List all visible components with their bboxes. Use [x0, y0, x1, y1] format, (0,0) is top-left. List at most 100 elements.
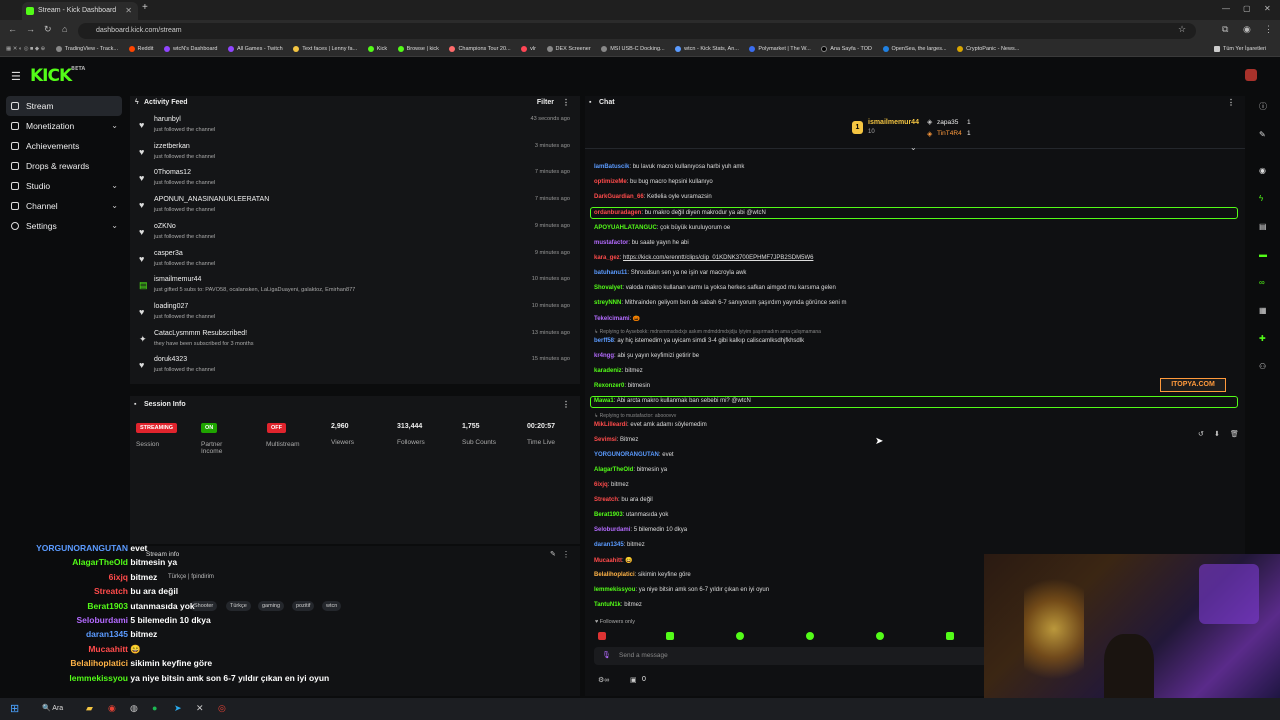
chat-message[interactable]: kr4ngg: abi şu yayın keyfimizi getirir b…	[594, 353, 699, 359]
obs-icon[interactable]: ◎	[218, 703, 226, 714]
app-icon[interactable]: ◍	[130, 703, 138, 714]
bookmark-item[interactable]: OpenSea, the larges...	[882, 42, 947, 56]
sidebar-item-studio[interactable]: Studio ⌄	[0, 176, 128, 196]
link-icon[interactable]: ∞	[1259, 278, 1265, 287]
chat-username[interactable]: Seloburdami	[594, 527, 630, 533]
bookmark-item[interactable]: Text faces | Lenny fa...	[293, 42, 357, 56]
chat-message[interactable]: Streatch: bu ara değil	[594, 497, 653, 503]
back-icon[interactable]: ←	[8, 24, 17, 34]
collapse-icon[interactable]: ⌄	[910, 143, 917, 152]
gifter-name[interactable]: zapa35	[937, 119, 958, 126]
chat-username[interactable]: streyNNN	[594, 300, 621, 306]
chat-message[interactable]: Sevimsi: Bitmez	[594, 437, 638, 443]
chat-username[interactable]: batuhanu11	[594, 270, 627, 276]
hamburger-menu-icon[interactable]: ☰	[11, 70, 21, 83]
bookmark-item[interactable]: wtcN's Dashboard	[163, 42, 217, 56]
chat-username[interactable]: mustafactor	[594, 240, 628, 246]
document-icon[interactable]: ▤	[1259, 222, 1267, 231]
chat-input[interactable]: 🎙 Send a message	[594, 647, 994, 665]
list-item[interactable]: ♥ loading027 just followed the channel 10 m…	[130, 301, 580, 327]
bookmark-item[interactable]: Ana Sayfa - TOD	[821, 42, 872, 56]
tool-icon[interactable]: ✚	[1259, 334, 1266, 343]
chat-username[interactable]: APOYUAHLATANGUC	[594, 225, 657, 231]
telegram-icon[interactable]: ➤	[174, 703, 182, 714]
url-input[interactable]: dashboard.kick.com/stream	[78, 23, 1196, 39]
chrome-icon[interactable]: ◉	[108, 703, 116, 714]
sidebar-item-settings[interactable]: Settings ⌄	[0, 216, 128, 236]
chat-message[interactable]: batuhanu11: Shroudsun sen ya ne işin var…	[594, 270, 746, 276]
bookmark-item[interactable]: DEX Screener	[546, 42, 591, 56]
browser-tab[interactable]: Stream - Kick Dashboard ✕	[22, 2, 138, 20]
maximize-icon[interactable]: ▢	[1243, 4, 1251, 13]
list-item[interactable]: ♥ casper3a just followed the channel 9 minu…	[130, 248, 580, 274]
bookmark-item[interactable]: vlr	[521, 42, 536, 56]
more-options-icon[interactable]: ⋮	[1227, 96, 1235, 110]
chat-message[interactable]: Tekelcimami: 🎃	[594, 315, 640, 322]
chat-message[interactable]: optimizeMe: bu bug macro hepsini kullanı…	[594, 179, 713, 185]
edit-icon[interactable]: ✎	[550, 550, 556, 558]
emote-icon[interactable]	[946, 632, 954, 640]
grid-icon[interactable]: ▦	[1259, 306, 1267, 315]
list-item[interactable]: ♥ APONUN_ANASINANUKLEERATAN just followed …	[130, 194, 580, 220]
chat-message[interactable]: TantuN1k: bitmez	[594, 602, 642, 608]
chat-message[interactable]: DarkGuardian_66: Ketlelia oyle vuramazsi…	[594, 194, 712, 200]
chat-message[interactable]: YORGUNORANGUTAN: evet	[594, 452, 674, 458]
emote-icon[interactable]	[806, 632, 814, 640]
feed-username[interactable]: ismailmemur44	[154, 276, 201, 283]
bookmark-star-icon[interactable]: ☆	[1178, 24, 1186, 35]
chat-username[interactable]: Mawa1	[594, 398, 614, 404]
feed-username[interactable]: izzetberkan	[154, 143, 190, 150]
camera-icon[interactable]: ◉	[1259, 166, 1266, 175]
sidebar-item-drops[interactable]: Drops & rewards	[0, 156, 128, 176]
chat-message[interactable]: MikLilleardi: evet amk adamı söylemedim	[594, 422, 707, 428]
bookmark-item[interactable]: Kick	[367, 42, 387, 56]
spotify-icon[interactable]: ●	[152, 703, 157, 713]
bolt-icon[interactable]: ϟ	[1259, 194, 1263, 203]
microphone-icon[interactable]: 🎙	[602, 651, 611, 659]
app-icon[interactable]: ✕	[196, 703, 204, 714]
chat-message[interactable]: kara_gez: https://kick.com/erenntt/clips…	[594, 255, 813, 261]
extensions-icon[interactable]: ⧉	[1222, 24, 1228, 35]
chat-message[interactable]: daran1345: bitmez	[594, 542, 645, 548]
bookmark-item[interactable]: TradingView - Track...	[55, 42, 118, 56]
chat-username[interactable]: Shovalyet	[594, 285, 622, 291]
reply-context[interactable]: ↳ Replying to mustafactor: abooovvv	[594, 413, 676, 419]
chat-username[interactable]: Berat1903	[594, 512, 623, 518]
settings-icon[interactable]: ⚙∞	[598, 676, 609, 684]
chat-username[interactable]: YORGUNORANGUTAN	[594, 452, 659, 458]
chat-text[interactable]: https://kick.com/erenntt/clips/clip_01KD…	[623, 255, 813, 261]
pencil-icon[interactable]: ✎	[1259, 130, 1266, 139]
chat-message[interactable]: AlagarTheOld: bitmesin ya	[594, 467, 667, 473]
bookmark-item[interactable]: All Games - Twitch	[227, 42, 283, 56]
windows-start-icon[interactable]: ⊞	[10, 702, 19, 715]
chat-username[interactable]: DarkGuardian_66	[594, 194, 644, 200]
chat-username[interactable]: MikLilleardi	[594, 422, 627, 428]
list-item[interactable]: ♥ harunbyl just followed the channel 43 sec…	[130, 114, 580, 140]
list-item[interactable]: ♥ oZKNo just followed the channel 9 minutes…	[130, 221, 580, 247]
list-item[interactable]: ▤ ismailmemur44 just gifted 5 subs to: PAV…	[130, 274, 580, 300]
chat-username[interactable]: Rexonzer0	[594, 383, 624, 389]
bookmark-item[interactable]: Champions Tour 20...	[449, 42, 511, 56]
more-options-icon[interactable]: ⋮	[562, 398, 570, 412]
chat-username[interactable]: Streatch	[594, 497, 618, 503]
chat-message[interactable]: Shovalyet: valoda makro kullanan varmı l…	[594, 285, 836, 291]
list-item[interactable]: ♥ izzetberkan just followed the channel 3 m…	[130, 141, 580, 167]
minimize-icon[interactable]: —	[1222, 4, 1230, 13]
sidebar-item-achievements[interactable]: Achievements	[0, 136, 128, 156]
apps-icon[interactable]: ▦ ✕ ◐ ◎ ■ ◆ ⊕	[6, 42, 45, 56]
bookmark-item[interactable]: Polymarket | The W...	[749, 42, 811, 56]
close-window-icon[interactable]: ✕	[1264, 4, 1271, 13]
forward-icon[interactable]: →	[26, 24, 35, 34]
list-item[interactable]: ♥ 0Thomas12 just followed the channel 7 min…	[130, 167, 580, 193]
filter-button[interactable]: Filter	[537, 96, 554, 110]
chat-message[interactable]: karadeniz: bitmez	[594, 368, 643, 374]
emote-icon[interactable]	[666, 632, 674, 640]
users-icon[interactable]: ⚇	[1259, 362, 1266, 371]
chat-username[interactable]: kara_gez	[594, 255, 620, 261]
list-item[interactable]: ✦ CatacLysmmm Resubscribed! they have been…	[130, 328, 580, 354]
chat-username[interactable]: IamBatuscik	[594, 164, 629, 170]
chat-username[interactable]: karadeniz	[594, 368, 622, 374]
feed-username[interactable]: harunbyl	[154, 116, 181, 123]
feed-username[interactable]: 0Thomas12	[154, 169, 191, 176]
chat-username[interactable]: Mucaahitt	[594, 558, 622, 564]
